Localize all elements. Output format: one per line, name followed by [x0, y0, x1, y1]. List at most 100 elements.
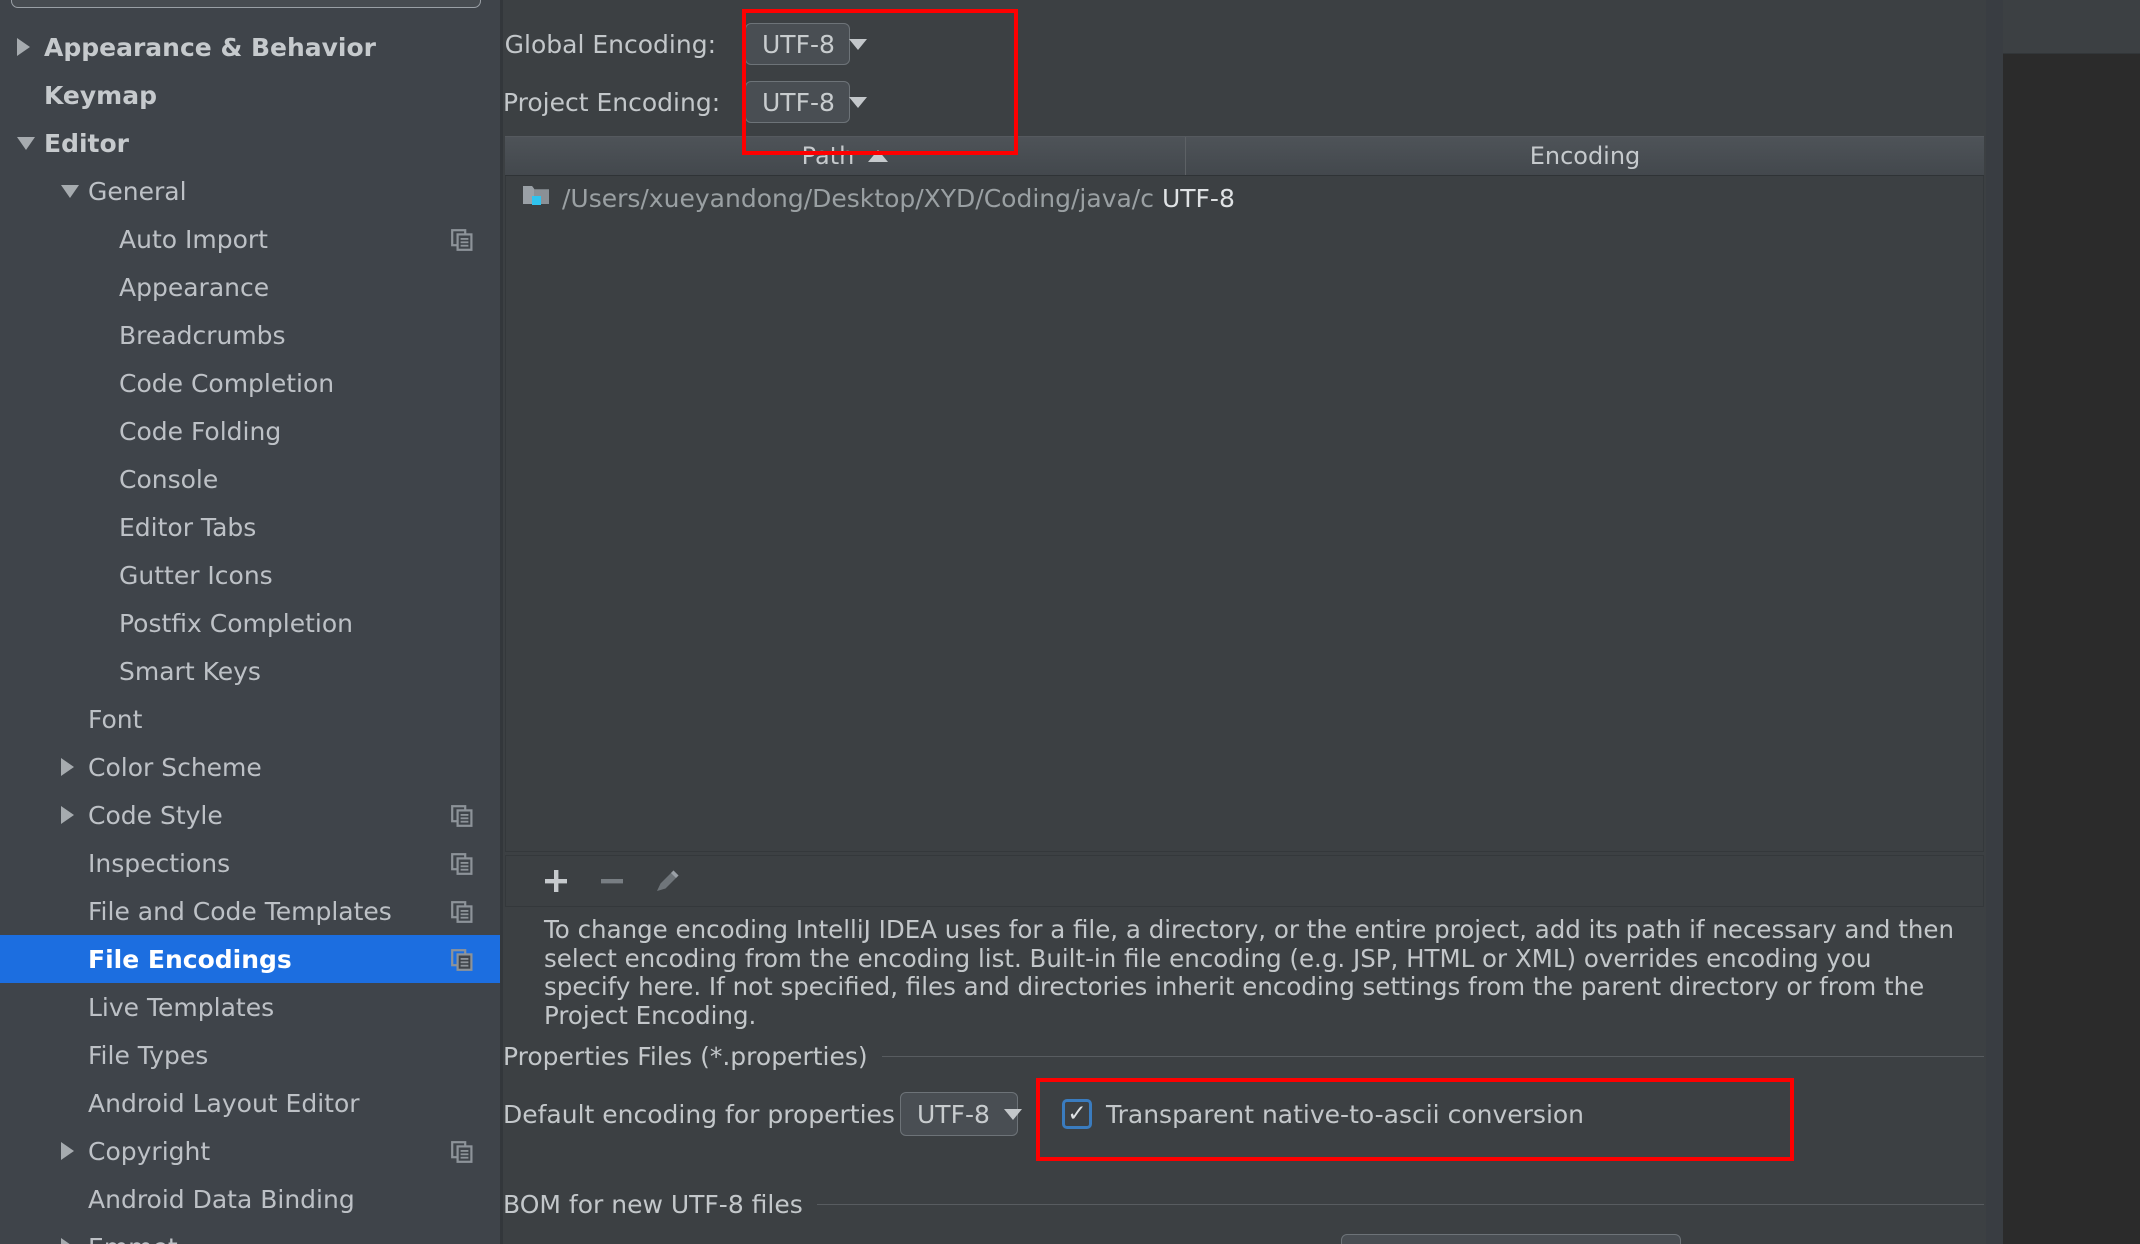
copy-settings-icon — [451, 1140, 473, 1163]
check-icon: ✓ — [1067, 1100, 1087, 1127]
settings-dialog: Appearance & Behavior Keymap Editor General… — [0, 0, 2140, 1244]
sidebar-item-code-style[interactable]: Code Style — [0, 791, 500, 839]
sidebar-item-appearance-behavior[interactable]: Appearance & Behavior — [0, 23, 500, 71]
column-header-encoding[interactable]: Encoding — [1185, 137, 1984, 175]
table-cell-path: /Users/xueyandong/Desktop/XYD/Coding/jav… — [562, 183, 1154, 213]
sidebar-item-label: Inspections — [88, 848, 231, 878]
sidebar-item-postfix-completion[interactable]: Postfix Completion — [0, 599, 500, 647]
bom-section-title: BOM for new UTF-8 files — [503, 1190, 817, 1219]
sidebar-item-gutter-icons[interactable]: Gutter Icons — [0, 551, 500, 599]
transparent-conversion-checkbox-group[interactable]: ✓ Transparent native-to-ascii conversion — [1062, 1099, 1584, 1129]
column-header-path[interactable]: Path — [505, 137, 1185, 175]
sidebar-item-label: File Encodings — [88, 944, 292, 974]
table-toolbar — [505, 855, 1984, 907]
sidebar-item-label: Gutter Icons — [119, 560, 273, 590]
chevron-right-icon[interactable] — [61, 1142, 74, 1160]
sidebar-item-file-and-code-templates[interactable]: File and Code Templates — [0, 887, 500, 935]
sidebar-item-label: Android Layout Editor — [88, 1088, 360, 1118]
chevron-down-icon — [1003, 1108, 1022, 1120]
sidebar-item-emmet[interactable]: Emmet — [0, 1223, 500, 1244]
sidebar-item-label: Code Completion — [119, 368, 335, 398]
column-header-encoding-label: Encoding — [1529, 142, 1641, 170]
sidebar-item-file-encodings[interactable]: File Encodings — [0, 935, 500, 983]
table-row[interactable]: /Users/xueyandong/Desktop/XYD/Coding/jav… — [506, 176, 1983, 220]
sidebar-item-editor-tabs[interactable]: Editor Tabs — [0, 503, 500, 551]
sidebar-item-android-layout-editor[interactable]: Android Layout Editor — [0, 1079, 500, 1127]
global-encoding-label: Global Encoding: — [504, 29, 716, 59]
sidebar-item-file-types[interactable]: File Types — [0, 1031, 500, 1079]
copy-settings-icon — [451, 948, 473, 971]
sidebar-item-label: Live Templates — [88, 992, 275, 1022]
add-path-button[interactable] — [528, 859, 584, 903]
sidebar-item-label: Copyright — [88, 1136, 211, 1166]
chevron-right-icon[interactable] — [17, 38, 30, 56]
sidebar-item-label: Code Style — [88, 800, 223, 830]
edit-path-button[interactable] — [640, 859, 696, 903]
sidebar-item-inspections[interactable]: Inspections — [0, 839, 500, 887]
sidebar-item-appearance[interactable]: Appearance — [0, 263, 500, 311]
global-encoding-dropdown[interactable]: UTF-8 — [745, 23, 867, 65]
copy-settings-icon — [451, 900, 473, 923]
chevron-right-icon[interactable] — [61, 758, 74, 776]
sidebar-item-keymap[interactable]: Keymap — [0, 71, 500, 119]
sidebar-item-android-data-binding[interactable]: Android Data Binding — [0, 1175, 500, 1223]
sidebar-item-code-completion[interactable]: Code Completion — [0, 359, 500, 407]
sidebar-item-label: Color Scheme — [88, 752, 262, 782]
sidebar-item-label: Code Folding — [119, 416, 282, 446]
sidebar-item-editor[interactable]: Editor — [0, 119, 500, 167]
table-body: /Users/xueyandong/Desktop/XYD/Coding/jav… — [505, 176, 1984, 852]
global-encoding-row: Global Encoding: UTF-8 — [503, 23, 867, 65]
file-encodings-panel: Global Encoding: UTF-8 Project Encoding:… — [503, 0, 1986, 1244]
sidebar-item-auto-import[interactable]: Auto Import — [0, 215, 500, 263]
sidebar-item-general[interactable]: General — [0, 167, 500, 215]
sidebar-item-label: Font — [88, 704, 143, 734]
sidebar-item-label: Appearance — [119, 272, 270, 302]
settings-tree: Appearance & Behavior Keymap Editor General… — [0, 23, 500, 1244]
properties-encoding-value: UTF-8 — [917, 1099, 990, 1129]
sidebar-item-label: Console — [119, 464, 219, 494]
chevron-down-icon[interactable] — [61, 184, 79, 198]
remove-path-button[interactable] — [584, 859, 640, 903]
settings-search-input[interactable] — [11, 0, 481, 8]
chevron-right-icon[interactable] — [61, 1238, 74, 1244]
column-header-path-label: Path — [801, 142, 855, 170]
sidebar-item-label: Android Data Binding — [88, 1184, 355, 1214]
copy-settings-icon — [451, 852, 473, 875]
editor-background — [2003, 0, 2140, 1244]
default-properties-encoding-label: Default encoding for properties files: — [503, 1099, 963, 1129]
sidebar-item-breadcrumbs[interactable]: Breadcrumbs — [0, 311, 500, 359]
sidebar-item-copyright[interactable]: Copyright — [0, 1127, 500, 1175]
chevron-down-icon[interactable] — [17, 136, 35, 150]
sidebar-item-live-templates[interactable]: Live Templates — [0, 983, 500, 1031]
sidebar-item-console[interactable]: Console — [0, 455, 500, 503]
help-text: To change encoding IntelliJ IDEA uses fo… — [544, 915, 1954, 1030]
transparent-conversion-checkbox[interactable]: ✓ — [1062, 1099, 1092, 1129]
chevron-right-icon[interactable] — [61, 806, 74, 824]
properties-section-title: Properties Files (*.properties) — [503, 1042, 882, 1071]
bom-encoding-dropdown[interactable] — [1341, 1234, 1681, 1244]
default-properties-encoding-row: Default encoding for properties files: U… — [503, 1092, 1584, 1136]
sidebar-item-label: Auto Import — [119, 224, 268, 254]
sidebar-item-color-scheme[interactable]: Color Scheme — [0, 743, 500, 791]
encodings-table: Path Encoding /Users/xueyandong/Desktop/… — [505, 136, 1984, 852]
sidebar-item-label: Emmet — [88, 1233, 178, 1244]
sidebar-item-label: Postfix Completion — [119, 608, 353, 638]
properties-encoding-dropdown[interactable]: UTF-8 — [900, 1092, 1022, 1136]
sidebar-item-smart-keys[interactable]: Smart Keys — [0, 647, 500, 695]
window-gutter — [1986, 0, 2003, 1244]
sidebar-item-label: Editor Tabs — [119, 512, 257, 542]
chevron-down-icon — [848, 38, 867, 50]
folder-icon — [522, 182, 550, 214]
sidebar-item-label: File and Code Templates — [88, 896, 392, 926]
sidebar-item-label: General — [88, 176, 187, 206]
sidebar-item-label: Keymap — [44, 80, 158, 110]
sidebar-item-label: File Types — [88, 1040, 209, 1070]
copy-settings-icon — [451, 228, 473, 251]
sidebar-item-label: Editor — [44, 128, 129, 158]
project-encoding-dropdown[interactable]: UTF-8 — [745, 81, 867, 123]
sidebar-item-code-folding[interactable]: Code Folding — [0, 407, 500, 455]
global-encoding-value: UTF-8 — [762, 29, 835, 59]
sidebar-item-font[interactable]: Font — [0, 695, 500, 743]
sidebar-item-label: Smart Keys — [119, 656, 261, 686]
sort-ascending-icon — [868, 150, 889, 162]
